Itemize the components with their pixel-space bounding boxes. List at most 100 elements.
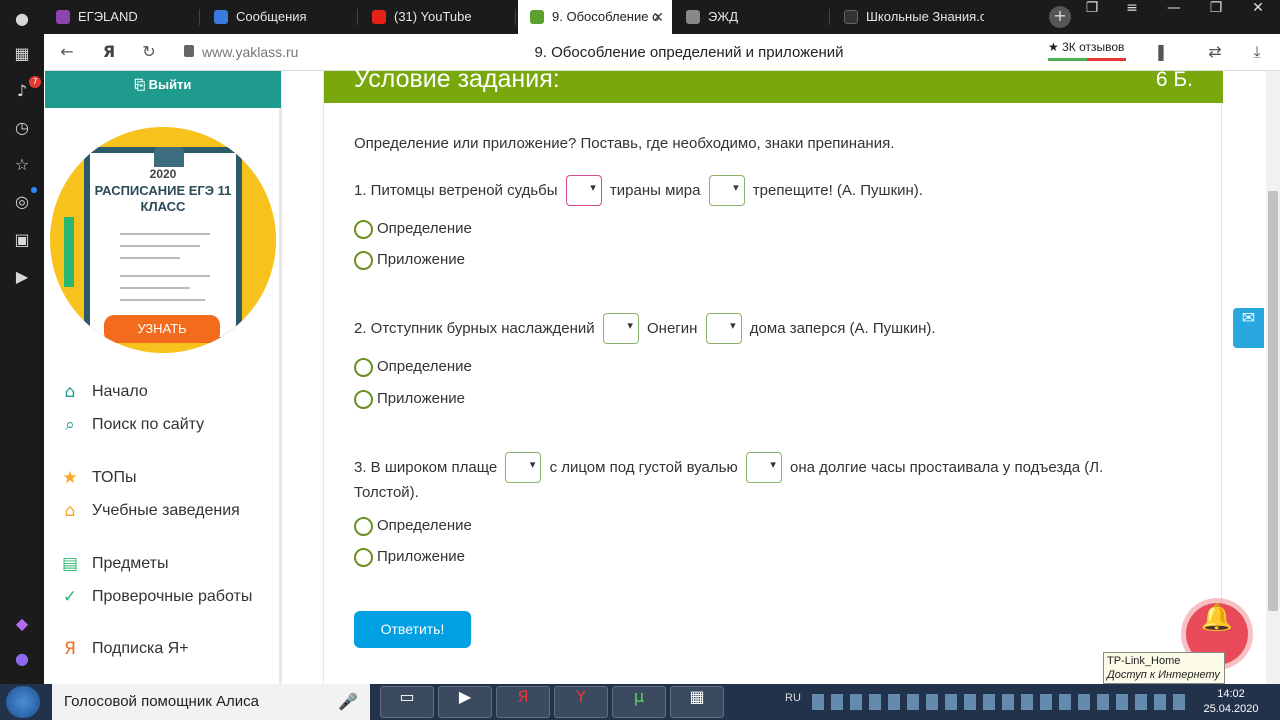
yandex-icon[interactable]: Я	[98, 42, 120, 64]
page-title: 9. Обособление определений и приложений	[534, 44, 844, 61]
new-tab-button[interactable]: +	[1049, 6, 1071, 28]
browser-side-panel: ● ▦ ♪ 7 ◷ ☆ ◎ ▣ ▶ ◆ ●	[0, 0, 44, 684]
task-panel: Условие задания: 6 Б. Определение или пр…	[323, 65, 1223, 684]
check-circle-icon: ✓	[62, 587, 78, 607]
windows-taskbar: Голосовой помощник Алиса 🎤 ▭ ▶ Я Y µ ▦ R…	[0, 684, 1280, 720]
explorer-taskbar-icon[interactable]: ▭	[380, 686, 434, 718]
system-tray-icons[interactable]	[812, 694, 1192, 710]
yaklass-favicon-icon	[530, 10, 544, 24]
scrollbar-thumb[interactable]	[1268, 191, 1278, 611]
task-points: 6 Б.	[1155, 68, 1193, 91]
history-icon[interactable]: ◷	[11, 117, 33, 139]
punctuation-select-3a[interactable]	[505, 452, 542, 483]
logout-icon: ⎘	[134, 77, 149, 92]
address-bar: ← Я ↻ www.yaklass.ru 9. Обособление опре…	[44, 34, 1280, 71]
tab-ezhd[interactable]: ЭЖД	[674, 0, 830, 34]
task-header: Условие задания: 6 Б.	[324, 65, 1223, 103]
task-header-title: Условие задания:	[354, 65, 560, 93]
logout-button[interactable]: ⎘ Выйти	[45, 71, 281, 108]
minimize-icon[interactable]: —	[1156, 0, 1192, 34]
task-instruction: Определение или приложение? Поставь, где…	[354, 135, 895, 152]
tab-yaklass-active[interactable]: 9. Обособление о ✕	[518, 0, 672, 34]
microphone-icon[interactable]: 🎤	[338, 692, 358, 711]
pencil-icon	[64, 217, 74, 287]
collections-icon[interactable]: ▣	[11, 229, 33, 251]
youtube-favicon-icon	[372, 10, 386, 24]
messages-favicon-icon	[214, 10, 228, 24]
reviews-button[interactable]: ★ 3К отзывов	[1048, 40, 1126, 61]
browser-menu-icon[interactable]: ≡	[1114, 0, 1150, 34]
utorrent-taskbar-icon[interactable]: µ	[612, 686, 666, 718]
profile-icon[interactable]: ●	[11, 8, 33, 30]
tab-strip: ЕГЭLAND Сообщения (31) YouTube 9. Обособ…	[44, 0, 1280, 34]
feedback-mail-icon[interactable]: ✉	[1233, 308, 1264, 348]
media-player-taskbar-icon[interactable]: ▶	[438, 686, 492, 718]
promo-poster: 2020 РАСПИСАНИЕ ЕГЭ 11 КЛАСС	[84, 147, 242, 343]
znanija-favicon-icon	[844, 10, 858, 24]
yandex-taskbar-icon[interactable]: Я	[496, 686, 550, 718]
radio-icon[interactable]	[354, 517, 373, 536]
page-scrollbar[interactable]	[1266, 71, 1280, 684]
question-3-continuation: Толстой).	[354, 484, 419, 501]
punctuation-select-2a[interactable]	[602, 313, 639, 344]
promo-learn-button[interactable]: УЗНАТЬ	[104, 315, 220, 343]
status-dot	[31, 187, 37, 193]
clipboard-clip-icon	[154, 147, 184, 167]
download-icon[interactable]: ⤓	[1246, 42, 1268, 64]
radio-icon[interactable]	[354, 390, 373, 409]
promo-title: РАСПИСАНИЕ ЕГЭ 11 КЛАСС	[94, 183, 232, 214]
back-icon[interactable]: ←	[56, 42, 78, 64]
tab-egeland[interactable]: ЕГЭLAND	[44, 0, 200, 34]
bookmark-icon[interactable]: ❚	[1150, 42, 1172, 64]
restore-icon[interactable]: ❐	[1198, 0, 1234, 34]
institution-icon: ⌂	[64, 501, 76, 521]
tabs-menu-icon[interactable]: ❐	[1074, 0, 1110, 34]
url-field[interactable]: www.yaklass.ru	[202, 44, 298, 60]
punctuation-select-2b[interactable]	[705, 313, 742, 344]
lock-icon	[184, 45, 194, 57]
extensions-icon[interactable]: ⇄	[1204, 42, 1226, 64]
promo-year: 2020	[149, 167, 177, 181]
network-tooltip: TP-Link_Home Доступ к Интернету	[1103, 652, 1225, 684]
language-indicator[interactable]: RU	[785, 692, 801, 704]
search-icon: ⌕	[65, 415, 75, 435]
alice-icon[interactable]: ●	[11, 648, 33, 670]
submit-answer-button[interactable]: Ответить!	[354, 611, 471, 648]
star-icon: ★	[62, 468, 78, 488]
alice-search-box[interactable]: Голосовой помощник Алиса 🎤	[52, 684, 370, 720]
tab-znanija[interactable]: Школьные Знания.co	[832, 0, 984, 34]
bookmarks-icon[interactable]: ☆	[11, 154, 33, 176]
lens-icon[interactable]: ◎	[11, 191, 33, 213]
notification-badge: 7	[29, 76, 41, 88]
punctuation-select-1b[interactable]	[708, 175, 745, 206]
radio-icon[interactable]	[354, 251, 373, 270]
close-tab-icon[interactable]: ✕	[652, 0, 664, 34]
promo-banner[interactable]: 2020 РАСПИСАНИЕ ЕГЭ 11 КЛАСС УЗНАТЬ	[50, 127, 276, 353]
tab-messages[interactable]: Сообщения	[202, 0, 358, 34]
radio-icon[interactable]	[354, 548, 373, 567]
alice-app-icon[interactable]: ◆	[11, 613, 33, 635]
apps-grid-icon[interactable]: ▦	[11, 43, 33, 65]
ezhd-favicon-icon	[686, 10, 700, 24]
close-window-icon[interactable]: ✕	[1240, 0, 1276, 34]
rating-bar	[1048, 58, 1126, 61]
radio-icon[interactable]	[354, 220, 373, 239]
punctuation-select-1a[interactable]	[565, 175, 602, 206]
question-2: 2. Отступник бурных наслаждений Онегин д…	[354, 313, 936, 344]
radio-icon[interactable]	[354, 358, 373, 377]
subscription-icon: Я	[64, 639, 76, 659]
home-icon: ⌂	[64, 382, 76, 402]
reload-icon[interactable]: ↻	[138, 42, 160, 64]
clock[interactable]: 14:02 25.04.2020	[1196, 687, 1266, 717]
yandex-browser-taskbar-icon[interactable]: Y	[554, 686, 608, 718]
media-icon[interactable]: ▶	[11, 266, 33, 288]
question-1: 1. Питомцы ветреной судьбы тираны мира т…	[354, 175, 923, 206]
punctuation-select-3b[interactable]	[745, 452, 782, 483]
paint-taskbar-icon[interactable]: ▦	[670, 686, 724, 718]
tab-youtube[interactable]: (31) YouTube	[360, 0, 516, 34]
book-icon: ▤	[61, 554, 79, 574]
question-3: 3. В широком плаще с лицом под густой ву…	[354, 452, 1103, 483]
site-sidebar: ⎘ Выйти 2020 РАСПИСАНИЕ ЕГЭ 11 КЛАСС УЗН…	[44, 71, 282, 684]
egeland-favicon-icon	[56, 10, 70, 24]
start-button[interactable]	[6, 686, 40, 718]
